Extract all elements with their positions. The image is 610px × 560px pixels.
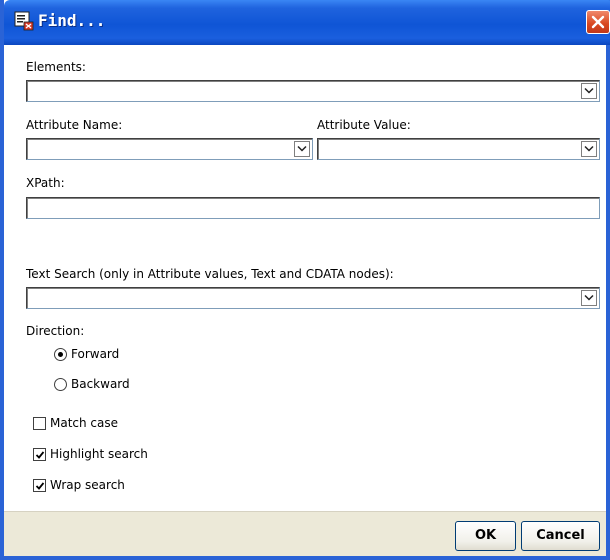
radio-unselected[interactable] (54, 378, 67, 391)
radio-dot (58, 352, 63, 357)
checkbox-checked[interactable] (33, 448, 46, 461)
attribute-name-dropdown-button[interactable] (294, 141, 310, 157)
highlight-search-checkbox[interactable]: Highlight search (33, 446, 193, 464)
checkmark-icon (35, 451, 45, 459)
ok-button[interactable]: OK (455, 521, 516, 551)
match-case-checkbox[interactable]: Match case (33, 415, 173, 433)
attribute-name-label: Attribute Name: (26, 118, 123, 132)
wrap-search-label: Wrap search (50, 478, 125, 492)
close-icon (591, 15, 605, 29)
attribute-value-label: Attribute Value: (317, 118, 411, 132)
checkbox-checked[interactable] (33, 479, 46, 492)
direction-forward-radio[interactable]: Forward (54, 346, 174, 364)
text-search-combo[interactable] (26, 287, 600, 309)
cancel-button[interactable]: Cancel (521, 521, 600, 551)
highlight-search-label: Highlight search (50, 447, 148, 461)
direction-label: Direction: (26, 324, 85, 338)
find-dialog: Find... Elements: Attribute Name: Attrib… (0, 0, 610, 560)
title-bar[interactable]: Find... (4, 0, 610, 45)
wrap-search-checkbox[interactable]: Wrap search (33, 477, 173, 495)
attribute-value-dropdown-button[interactable] (581, 141, 597, 157)
attribute-name-combo[interactable] (26, 138, 313, 160)
close-button[interactable] (586, 10, 610, 34)
dialog-content: Elements: Attribute Name: Attribute Valu… (4, 45, 606, 511)
chevron-down-icon (584, 145, 594, 152)
dialog-title: Find... (38, 11, 106, 30)
chevron-down-icon (584, 294, 594, 301)
button-bar: OK Cancel (4, 511, 606, 556)
chevron-down-icon (297, 145, 307, 152)
elements-dropdown-button[interactable] (581, 83, 597, 99)
elements-label: Elements: (26, 60, 86, 74)
text-search-label: Text Search (only in Attribute values, T… (26, 267, 394, 281)
radio-selected[interactable] (54, 348, 67, 361)
xpath-label: XPath: (26, 176, 65, 190)
direction-backward-radio[interactable]: Backward (54, 376, 174, 394)
checkbox-unchecked[interactable] (33, 417, 46, 430)
direction-forward-label: Forward (71, 347, 120, 361)
app-icon (14, 11, 34, 31)
text-search-dropdown-button[interactable] (581, 290, 597, 306)
elements-combo[interactable] (26, 80, 600, 102)
checkmark-icon (35, 482, 45, 490)
attribute-value-combo[interactable] (317, 138, 600, 160)
match-case-label: Match case (50, 416, 119, 430)
chevron-down-icon (584, 87, 594, 94)
xpath-input[interactable] (26, 197, 600, 219)
direction-backward-label: Backward (71, 377, 130, 391)
